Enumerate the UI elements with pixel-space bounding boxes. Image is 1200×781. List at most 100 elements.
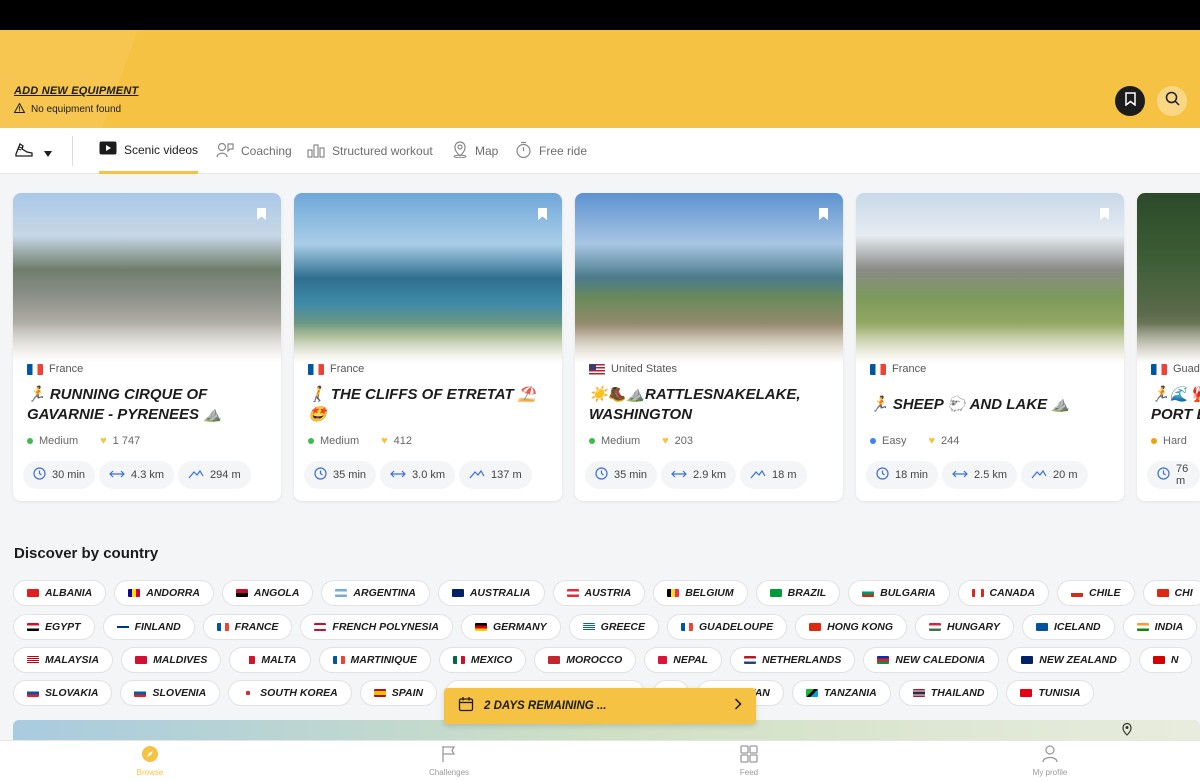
tab-map[interactable]: Map: [452, 128, 498, 174]
flag-south-korea-icon: [242, 689, 255, 697]
country-chip-china[interactable]: CHI: [1142, 580, 1200, 606]
video-card[interactable]: Guad 🏃🌊🦞 PORT L Hard 76 m: [1137, 193, 1200, 501]
country-chip-south-korea[interactable]: SOUTH KOREA: [228, 680, 352, 706]
chip-label: GREECE: [600, 621, 646, 633]
chip-label: SLOVENIA: [152, 687, 207, 699]
country-chip-malaysia[interactable]: MALAYSIA: [13, 647, 114, 673]
country-name: France: [49, 363, 84, 375]
video-card[interactable]: France 🚶 THE CLIFFS OF ETRETAT ⛱️ 🤩 Medi…: [294, 193, 562, 501]
country-chip-greece[interactable]: GREECE: [568, 614, 660, 640]
chip-label: HONG KONG: [827, 621, 894, 633]
duration-stat: 35 min: [304, 461, 377, 489]
chip-label: FINLAND: [134, 621, 181, 633]
country-chip-guadeloupe[interactable]: GUADELOUPE: [667, 614, 788, 640]
chip-label: AUSTRIA: [584, 587, 632, 599]
country-chip-spain[interactable]: SPAIN: [359, 680, 438, 706]
country-chip-australia[interactable]: AUSTRALIA: [437, 580, 545, 606]
country-chip-thailand[interactable]: THAILAND: [898, 680, 999, 706]
country-chip-slovenia[interactable]: SLOVENIA: [120, 680, 221, 706]
country-chip-tanzania[interactable]: TANZANIA: [791, 680, 891, 706]
country-chip-india[interactable]: INDIA: [1122, 614, 1198, 640]
country-chip-egypt[interactable]: EGYPT: [13, 614, 95, 640]
country-chip-maldives[interactable]: MALDIVES: [121, 647, 222, 673]
duration-value: 30 min: [52, 469, 86, 481]
video-card[interactable]: France 🏃 SHEEP 🐑 AND LAKE ⛰️ Easy ♥ 244 …: [856, 193, 1124, 501]
warning-icon: [13, 102, 26, 116]
country-chip-nepal[interactable]: NEPAL: [644, 647, 723, 673]
video-card[interactable]: United States ☀️🥾⛰️RATTLESNAKELAKE, WASH…: [575, 193, 843, 501]
tab-label: Coaching: [241, 144, 292, 158]
difficulty-label: Hard: [1163, 435, 1187, 447]
country-chip-chile[interactable]: CHILE: [1057, 580, 1135, 606]
likes-count: 412: [393, 435, 413, 447]
chip-label: SLOVAKIA: [45, 687, 99, 699]
clock-icon: [595, 467, 608, 483]
banner-text: 2 DAYS REMAINING ...: [484, 700, 607, 712]
bookmark-icon[interactable]: [537, 207, 548, 226]
country-chip-france[interactable]: FRANCE: [202, 614, 293, 640]
bookmark-icon[interactable]: [256, 207, 267, 226]
country-chip-netherlands[interactable]: NETHERLANDS: [730, 647, 856, 673]
country-chip-finland[interactable]: FINLAND: [102, 614, 195, 640]
country-chip-malta[interactable]: MALTA: [229, 647, 311, 673]
country-chip-new-zealand[interactable]: NEW ZEALAND: [1007, 647, 1131, 673]
nav-my-profile[interactable]: My profile: [990, 745, 1110, 777]
discover-heading: Discover by country: [14, 545, 159, 562]
flag-hungary-icon: [929, 623, 942, 631]
chip-label: NEW CALEDONIA: [895, 654, 986, 666]
chip-label: GERMANY: [493, 621, 547, 633]
heart-icon: ♥: [928, 435, 935, 447]
tab-coaching[interactable]: Coaching: [216, 128, 292, 174]
country-chip-germany[interactable]: GERMANY: [461, 614, 561, 640]
tab-label: Structured workout: [332, 144, 433, 158]
video-thumbnail: [575, 193, 843, 363]
flag-canada-icon: [971, 589, 984, 597]
country-chip-north-macedonia[interactable]: N: [1138, 647, 1193, 673]
nav-feed[interactable]: Feed: [689, 745, 809, 777]
country-chip-martinique[interactable]: MARTINIQUE: [318, 647, 431, 673]
chip-label: SOUTH KOREA: [260, 687, 338, 699]
heart-icon: ♥: [662, 435, 669, 447]
tab-structured-workout[interactable]: Structured workout: [307, 128, 433, 174]
chip-label: NETHERLANDS: [762, 654, 842, 666]
add-equipment-link[interactable]: ADD NEW EQUIPMENT: [14, 85, 138, 97]
country-chip-brazil[interactable]: BRAZIL: [755, 580, 841, 606]
country-chip-andorra[interactable]: ANDORRA: [114, 580, 214, 606]
country-chip-morocco[interactable]: MOROCCO: [534, 647, 637, 673]
bar-chart-icon: [307, 142, 325, 161]
country-chip-canada[interactable]: CANADA: [957, 580, 1050, 606]
elevation-stat: 294 m: [178, 461, 251, 489]
bookmark-icon[interactable]: [818, 207, 829, 226]
nav-browse[interactable]: Browse: [90, 745, 210, 777]
card-country: France: [870, 363, 926, 375]
stopwatch-icon: [515, 141, 532, 162]
country-chip-iceland[interactable]: ICELAND: [1021, 614, 1115, 640]
saved-button[interactable]: [1115, 86, 1145, 116]
country-chip-angola[interactable]: ANGOLA: [221, 580, 314, 606]
country-chip-hong-kong[interactable]: HONG KONG: [795, 614, 908, 640]
country-chip-french-polynesia[interactable]: FRENCH POLYNESIA: [300, 614, 453, 640]
video-card[interactable]: France 🏃 RUNNING CIRQUE OF GAVARNIE - PY…: [13, 193, 281, 501]
country-chip-tunisia[interactable]: TUNISIA: [1006, 680, 1095, 706]
bookmark-icon[interactable]: [1099, 207, 1110, 226]
country-chip-austria[interactable]: AUSTRIA: [552, 580, 646, 606]
equipment-selector[interactable]: [14, 141, 52, 164]
country-chip-albania[interactable]: ALBANIA: [13, 580, 107, 606]
country-chip-hungary[interactable]: HUNGARY: [915, 614, 1014, 640]
flag-argentina-icon: [335, 589, 348, 597]
tab-free-ride[interactable]: Free ride: [515, 128, 587, 174]
country-chip-bulgaria[interactable]: BULGARIA: [848, 580, 950, 606]
country-chip-mexico[interactable]: MEXICO: [438, 647, 527, 673]
country-chip-belgium[interactable]: BELGIUM: [653, 580, 748, 606]
search-button[interactable]: [1157, 86, 1187, 116]
country-chip-new-caledonia[interactable]: NEW CALEDONIA: [863, 647, 1000, 673]
nav-challenges[interactable]: Challenges: [389, 745, 509, 777]
country-chip-argentina[interactable]: ARGENTINA: [321, 580, 430, 606]
flag-spain-icon: [373, 689, 386, 697]
country-chip-slovakia[interactable]: SLOVAKIA: [13, 680, 113, 706]
tab-scenic-videos[interactable]: Scenic videos: [99, 128, 199, 174]
chip-label: ICELAND: [1053, 621, 1101, 633]
flag-france-icon: [216, 623, 229, 631]
trial-remaining-banner[interactable]: 2 DAYS REMAINING ...: [444, 688, 756, 724]
difficulty-dot-icon: [870, 438, 876, 444]
